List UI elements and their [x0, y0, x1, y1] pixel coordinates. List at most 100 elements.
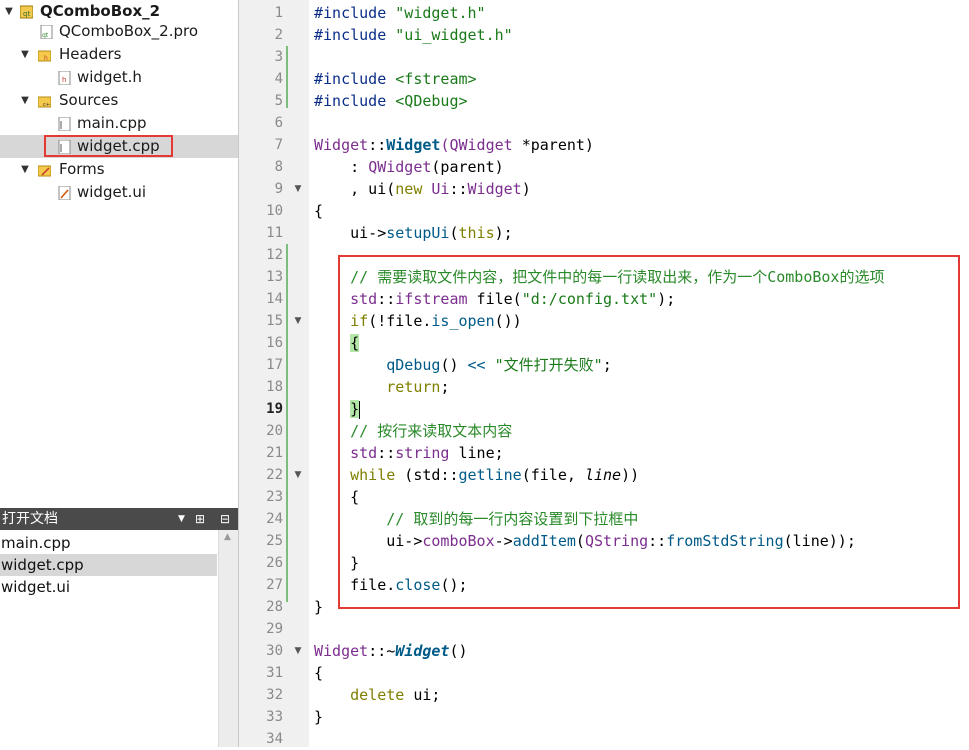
headers-folder-icon: h — [38, 50, 51, 62]
highlight-box — [44, 135, 173, 157]
line-number: 1 — [274, 5, 283, 21]
sources-folder-icon: c++ — [38, 96, 51, 108]
change-marker — [286, 244, 288, 602]
line-number: 3 — [274, 49, 283, 65]
forms-label: Forms — [59, 160, 105, 178]
line-number: 17 — [266, 357, 283, 373]
svg-text:h: h — [62, 76, 66, 84]
line-number: 21 — [266, 445, 283, 461]
code-token: ); — [494, 224, 513, 242]
code-token: Widget — [395, 642, 450, 660]
chevron-down-icon[interactable]: ▼ — [20, 158, 30, 181]
line-number: 23 — [266, 489, 283, 505]
code-token: "widget.h" — [395, 4, 486, 22]
code-token: ui-> — [314, 224, 387, 242]
tree-item-widget-ui[interactable]: widget.ui — [0, 181, 238, 204]
tree-item-headers[interactable]: ▼ h Headers — [0, 43, 238, 66]
code-token: Widget — [386, 136, 441, 154]
split-icon[interactable]: ⊞ — [195, 508, 205, 530]
line-number: 7 — [274, 137, 283, 153]
line-number: 10 — [266, 203, 283, 219]
open-document-item[interactable]: widget.cpp — [0, 554, 217, 576]
code-token: Ui — [431, 180, 450, 198]
code-line: } — [314, 708, 324, 726]
code-token: QWidget — [449, 136, 513, 154]
code-token: : — [314, 158, 369, 176]
open-document-item[interactable]: widget.ui — [0, 576, 217, 598]
line-number: 19 — [266, 401, 283, 417]
open-document-item[interactable]: main.cpp — [0, 532, 217, 554]
form-file-label: widget.ui — [77, 183, 147, 201]
sources-label: Sources — [59, 91, 119, 109]
svg-text:qt: qt — [23, 10, 30, 18]
fold-toggle-icon[interactable]: ▼ — [293, 310, 303, 332]
line-number: 2 — [274, 27, 283, 43]
line-number: 13 — [266, 269, 283, 285]
forms-folder-icon — [38, 165, 51, 177]
code-line: #include <QDebug> — [314, 90, 468, 112]
code-token: setupUi — [386, 224, 450, 242]
line-number: 11 — [266, 225, 283, 241]
line-number: 15 — [266, 313, 283, 329]
highlight-box — [338, 255, 960, 609]
tree-item-sources[interactable]: ▼ c++ Sources — [0, 89, 238, 112]
vertical-scrollbar[interactable]: ▲ — [218, 530, 239, 747]
code-token: #include — [314, 92, 396, 110]
code-token: :: — [368, 136, 387, 154]
line-number: 4 — [274, 71, 283, 87]
code-token: #include — [314, 4, 396, 22]
line-number: 20 — [266, 423, 283, 439]
line-number: 12 — [266, 247, 283, 263]
code-token: QWidget — [368, 158, 432, 176]
scroll-up-icon[interactable]: ▲ — [224, 532, 231, 542]
svg-text:c++: c++ — [43, 102, 51, 108]
fold-toggle-icon[interactable]: ▼ — [293, 178, 303, 200]
code-token: Widget — [314, 136, 369, 154]
cpp-file-icon — [58, 117, 71, 131]
line-number: 22 — [266, 467, 283, 483]
line-number: 27 — [266, 577, 283, 593]
code-token: Widget — [314, 642, 369, 660]
code-token: new — [395, 180, 423, 198]
chevron-down-icon[interactable]: ▼ — [20, 43, 30, 66]
project-tree-panel: ▼ qt QComboBox_2 qt QComboBox_2.pro ▼ h … — [0, 0, 239, 747]
change-marker — [286, 46, 288, 108]
code-token: Widget — [467, 180, 522, 198]
line-number: 16 — [266, 335, 283, 351]
ui-file-icon — [58, 186, 71, 200]
code-token: ( — [449, 224, 459, 242]
chevron-down-icon[interactable]: ▼ — [20, 89, 30, 112]
tree-item-pro-file[interactable]: qt QComboBox_2.pro — [0, 20, 238, 43]
code-token: ui; — [404, 686, 441, 704]
header-file-icon: h — [58, 71, 71, 85]
line-number: 29 — [266, 621, 283, 637]
line-number: 26 — [266, 555, 283, 571]
code-line: delete ui; — [314, 684, 440, 706]
code-token: *parent) — [512, 136, 594, 154]
code-token: () — [449, 642, 468, 660]
code-line: #include "ui_widget.h" — [314, 24, 513, 46]
line-number: 8 — [274, 159, 283, 175]
line-number-gutter: 1 2 3 4 5 6 7 8 9 ▼ 10 11 12 13 14 15 ▼ 16 17 18 19 20 21 22 ▼ 23… — [239, 0, 309, 747]
code-token: (parent) — [431, 158, 504, 176]
tree-item-widget-h[interactable]: h widget.h — [0, 66, 238, 89]
line-number: 30 — [266, 643, 283, 659]
close-panel-icon[interactable]: ⊟ — [220, 508, 230, 530]
code-token: #include — [314, 26, 396, 44]
code-token: "ui_widget.h" — [395, 26, 513, 44]
tree-item-forms[interactable]: ▼ Forms — [0, 158, 238, 181]
line-number: 28 — [266, 599, 283, 615]
fold-toggle-icon[interactable]: ▼ — [293, 464, 303, 486]
code-token: delete — [350, 686, 405, 704]
code-line: ui->setupUi(this); — [314, 222, 513, 244]
code-token: <fstream> — [395, 70, 477, 88]
open-documents-list: main.cpp widget.cpp widget.ui ▲ — [0, 530, 239, 747]
line-number: 31 — [266, 665, 283, 681]
code-token: , ui( — [314, 180, 396, 198]
tree-item-main-cpp[interactable]: main.cpp — [0, 112, 238, 135]
dropdown-arrow-icon[interactable]: ▼ — [178, 508, 185, 530]
fold-toggle-icon[interactable]: ▼ — [293, 640, 303, 662]
code-token: this — [458, 224, 495, 242]
code-line: { — [314, 202, 324, 220]
